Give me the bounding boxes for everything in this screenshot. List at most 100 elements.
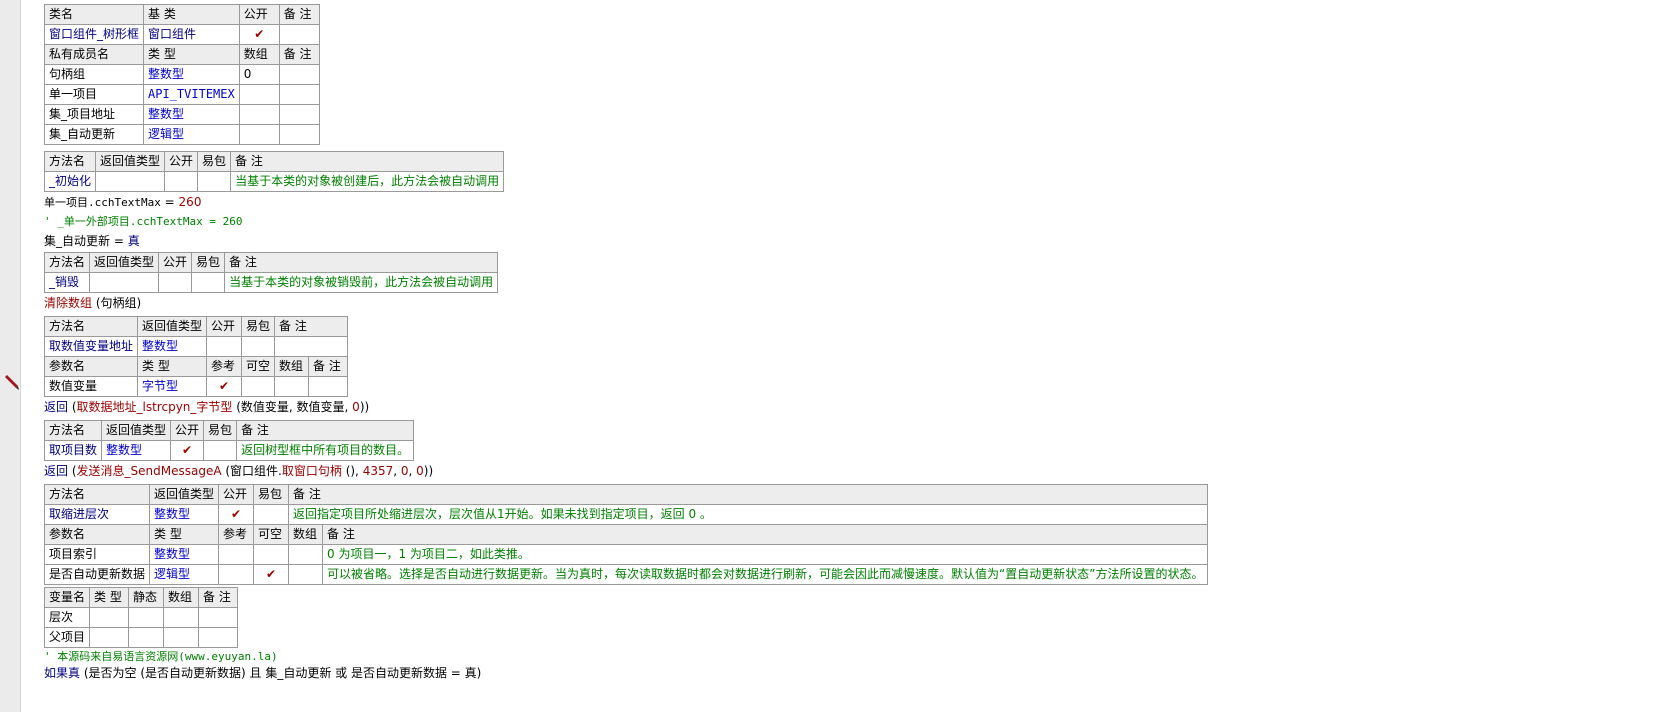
member-name[interactable]: 集_自动更新 (43, 124, 145, 145)
method-note[interactable]: 返回指定项目所处缩进层次，层次值从1开始。如果未找到指定项目，返回 0 。 (288, 504, 1209, 525)
base-class-cell[interactable]: 窗口组件 (143, 24, 240, 45)
param-row[interactable]: 项目索引 整数型 0 为项目一，1 为项目二，如此类推。 (43, 544, 1209, 565)
note-cell[interactable] (278, 24, 320, 45)
member-array[interactable]: 0 (238, 64, 280, 85)
col-header: 数组 (163, 587, 200, 608)
method-note[interactable]: 返回树型框中所有项目的数目。 (236, 440, 415, 461)
member-type[interactable]: 整数型 (143, 64, 240, 85)
var-note[interactable] (198, 607, 239, 628)
param-nullable[interactable] (253, 544, 290, 565)
method-easy[interactable] (203, 440, 238, 461)
member-array[interactable] (238, 84, 280, 105)
member-row[interactable]: 集_自动更新 逻辑型 (43, 124, 320, 145)
member-row[interactable]: 单一项目 API_TVITEMEX (43, 84, 320, 105)
param-type[interactable]: 逻辑型 (149, 564, 220, 585)
param-note[interactable]: 0 为项目一，1 为项目二，如此类推。 (322, 544, 1209, 565)
var-note[interactable] (198, 627, 239, 648)
code-line[interactable]: 返回 (取数据地址_lstrcpyn_字节型 (数值变量, 数值变量, 0)) (44, 397, 1654, 418)
member-note[interactable] (278, 104, 320, 125)
param-row[interactable]: 数值变量 字节型 ✔ (43, 376, 349, 397)
var-name[interactable]: 父项目 (43, 627, 91, 648)
class-name-cell[interactable]: 窗口组件_树形框 (43, 24, 145, 45)
comment-line[interactable]: ' _单一外部项目.cchTextMax = 260 (44, 213, 1654, 231)
code-line[interactable]: 集_自动更新 = 真 (44, 231, 1654, 252)
col-header: 参数名 (43, 356, 139, 377)
member-note[interactable] (278, 124, 320, 145)
method-note[interactable] (274, 336, 349, 357)
col-header: 备 注 (236, 420, 415, 441)
nullable-check-icon[interactable]: ✔ (253, 564, 290, 585)
col-header: 类 型 (143, 44, 240, 65)
code-line[interactable]: 单一项目.cchTextMax = 260 (44, 192, 1654, 213)
param-row[interactable]: 是否自动更新数据 逻辑型 ✔ 可以被省略。选择是否自动进行数据更新。当为真时，每… (43, 564, 1209, 585)
var-type[interactable] (89, 607, 130, 628)
param-ref[interactable] (218, 544, 255, 565)
param-array[interactable] (288, 564, 324, 585)
variable-row[interactable]: 父项目 (43, 627, 239, 648)
member-type[interactable]: 逻辑型 (143, 124, 240, 145)
member-row[interactable]: 集_项目地址 整数型 (43, 104, 320, 125)
member-name[interactable]: 单一项目 (43, 84, 145, 105)
param-name[interactable]: 是否自动更新数据 (43, 564, 151, 585)
var-name[interactable]: 层次 (43, 607, 91, 628)
col-header: 变量名 (43, 587, 91, 608)
method-name[interactable]: 取数值变量地址 (43, 336, 139, 357)
code-editor[interactable]: 类名 基 类 公开 备 注 窗口组件_树形框 窗口组件 ✔ 私有成员名 类 型 … (43, 4, 1654, 680)
method-name[interactable]: _销毁 (43, 272, 91, 293)
method-public[interactable] (158, 272, 193, 293)
method-easy[interactable] (197, 171, 232, 192)
ref-check-icon[interactable]: ✔ (206, 376, 243, 397)
method-public[interactable] (206, 336, 243, 357)
method-return-type[interactable]: 整数型 (137, 336, 208, 357)
method-name[interactable]: 取项目数 (43, 440, 103, 461)
member-type[interactable]: API_TVITEMEX (143, 84, 240, 105)
param-array[interactable] (288, 544, 324, 565)
member-note[interactable] (278, 64, 320, 85)
param-note[interactable] (308, 376, 349, 397)
param-array[interactable] (274, 376, 310, 397)
member-type[interactable]: 整数型 (143, 104, 240, 125)
param-nullable[interactable] (241, 376, 276, 397)
member-array[interactable] (238, 124, 280, 145)
member-name[interactable]: 集_项目地址 (43, 104, 145, 125)
var-static[interactable] (128, 607, 165, 628)
var-static[interactable] (128, 627, 165, 648)
public-check-icon[interactable]: ✔ (218, 504, 255, 525)
method-return-type[interactable] (95, 171, 166, 192)
method-public[interactable] (164, 171, 199, 192)
method-easy[interactable] (241, 336, 276, 357)
comment-line[interactable]: ' 本源码来自易语言资源网(www.eyuyan.la) (44, 648, 1654, 666)
param-type[interactable]: 字节型 (137, 376, 208, 397)
method-easy[interactable] (253, 504, 290, 525)
member-array[interactable] (238, 104, 280, 125)
param-note[interactable]: 可以被省略。选择是否自动进行数据更新。当为真时，每次读取数据时都会对数据进行刷新… (322, 564, 1209, 585)
param-ref[interactable] (218, 564, 255, 585)
member-note[interactable] (278, 84, 320, 105)
code-line[interactable]: 返回 (发送消息_SendMessageA (窗口组件.取窗口句柄 (), 43… (44, 461, 1654, 482)
col-header: 易包 (191, 252, 226, 273)
var-array[interactable] (163, 627, 200, 648)
method-return-type[interactable]: 整数型 (101, 440, 172, 461)
member-name[interactable]: 句柄组 (43, 64, 145, 85)
variable-row[interactable]: 层次 (43, 607, 239, 628)
public-check-icon[interactable]: ✔ (170, 440, 205, 461)
var-array[interactable] (163, 607, 200, 628)
method-name[interactable]: 取缩进层次 (43, 504, 151, 525)
method-return-type[interactable] (89, 272, 160, 293)
method-table-level: 方法名 返回值类型 公开 易包 备 注 取缩进层次 整数型 ✔ 返回指定项目所处… (43, 484, 1209, 585)
public-check-icon[interactable]: ✔ (238, 24, 280, 45)
param-type[interactable]: 整数型 (149, 544, 220, 565)
col-header: 参数名 (43, 524, 151, 545)
code-line[interactable]: 清除数组 (句柄组) (44, 293, 1654, 314)
method-name[interactable]: _初始化 (43, 171, 97, 192)
var-type[interactable] (89, 627, 130, 648)
param-name[interactable]: 数值变量 (43, 376, 139, 397)
col-header: 备 注 (308, 356, 349, 377)
method-note[interactable]: 当基于本类的对象被创建后，此方法会被自动调用 (230, 171, 505, 192)
method-return-type[interactable]: 整数型 (149, 504, 220, 525)
param-name[interactable]: 项目索引 (43, 544, 151, 565)
member-row[interactable]: 句柄组 整数型 0 (43, 64, 320, 85)
code-line[interactable]: 如果真 (是否为空 (是否自动更新数据) 且 集_自动更新 或 是否自动更新数据… (44, 666, 1654, 680)
method-easy[interactable] (191, 272, 226, 293)
method-note[interactable]: 当基于本类的对象被销毁前，此方法会被自动调用 (224, 272, 499, 293)
